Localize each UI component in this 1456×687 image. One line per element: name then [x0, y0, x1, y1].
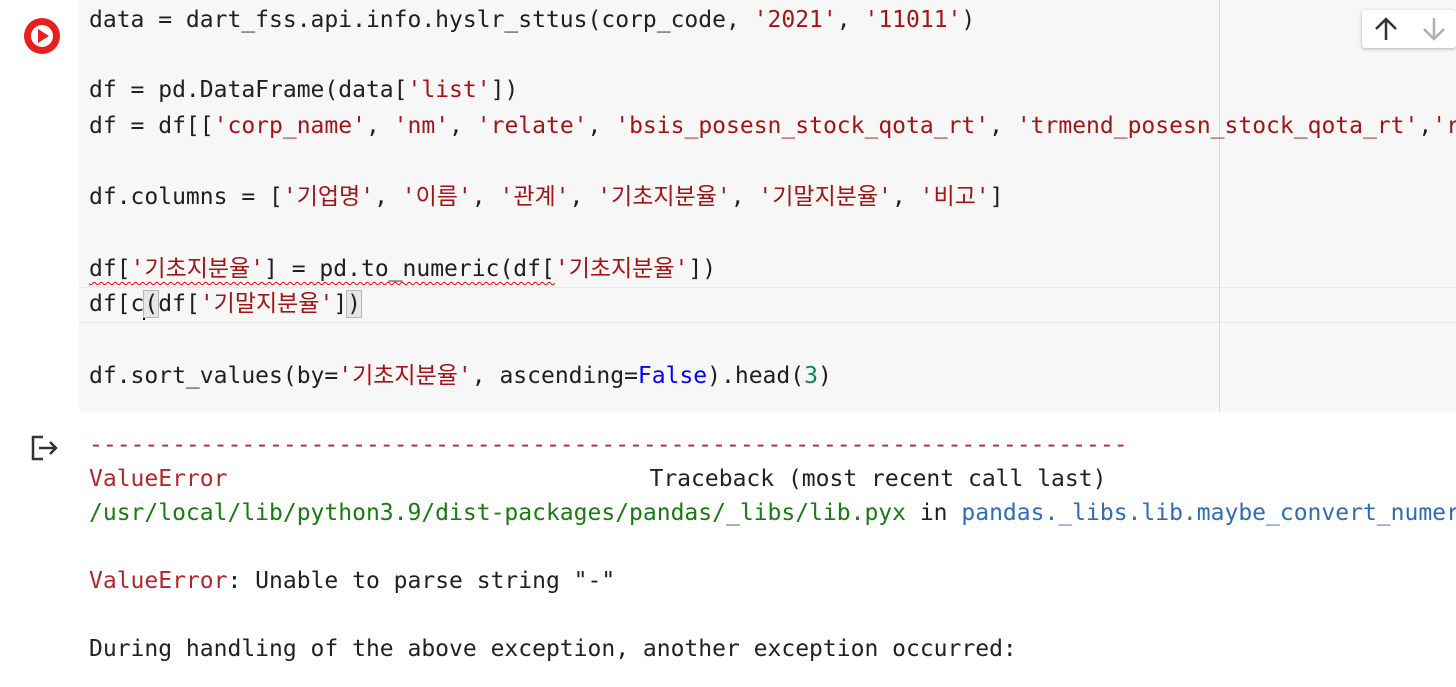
move-cell-down-button[interactable]: [1418, 14, 1450, 44]
cell-gutter: [0, 0, 79, 412]
move-cell-up-button[interactable]: [1370, 14, 1402, 44]
code-line-6: df[c(df['기말지분율']): [89, 287, 363, 321]
handling-message: During handling of the above exception, …: [89, 636, 1017, 662]
code-line-3: df = df[['corp_name', 'nm', 'relate', 'b…: [89, 113, 1456, 139]
cell-toolbar: [1362, 10, 1456, 48]
bracket-match-close: ): [346, 290, 363, 318]
bracket-match-open: (: [143, 290, 160, 318]
cell-output: ----------------------------------------…: [89, 428, 1456, 666]
play-icon: [31, 25, 53, 47]
code-cell[interactable]: data = dart_fss.api.info.hyslr_sttus(cor…: [0, 0, 1456, 412]
code-line-7: df.sort_values(by='기초지분율', ascending=Fal…: [89, 363, 832, 389]
traceback-separator: ----------------------------------------…: [89, 432, 1128, 458]
code-line-2: df = pd.DataFrame(data['list']): [89, 77, 519, 103]
error-message: ValueError: Unable to parse string "-": [89, 568, 616, 594]
code-line-5: df['기초지분율'] = pd.to_numeric(df['기초지분율']): [89, 256, 717, 282]
arrow-up-icon: [1375, 17, 1397, 40]
line-length-ruler: [1219, 0, 1220, 412]
traceback-frame: /usr/local/lib/python3.9/dist-packages/p…: [89, 500, 1456, 526]
code-line-4: df.columns = ['기업명', '이름', '관계', '기초지분율'…: [89, 184, 1004, 210]
traceback-header: ValueError Traceback (most recent call la…: [89, 466, 1107, 492]
arrow-down-icon: [1423, 18, 1445, 41]
run-cell-button[interactable]: [24, 18, 60, 54]
output-redirect-icon[interactable]: [30, 434, 60, 462]
code-editor[interactable]: data = dart_fss.api.info.hyslr_sttus(cor…: [79, 0, 1456, 412]
lint-warning-squiggle[interactable]: df['기초지분율'] = pd.to_numeric(df[: [89, 256, 555, 282]
code-line-1: data = dart_fss.api.info.hyslr_sttus(cor…: [89, 7, 976, 33]
